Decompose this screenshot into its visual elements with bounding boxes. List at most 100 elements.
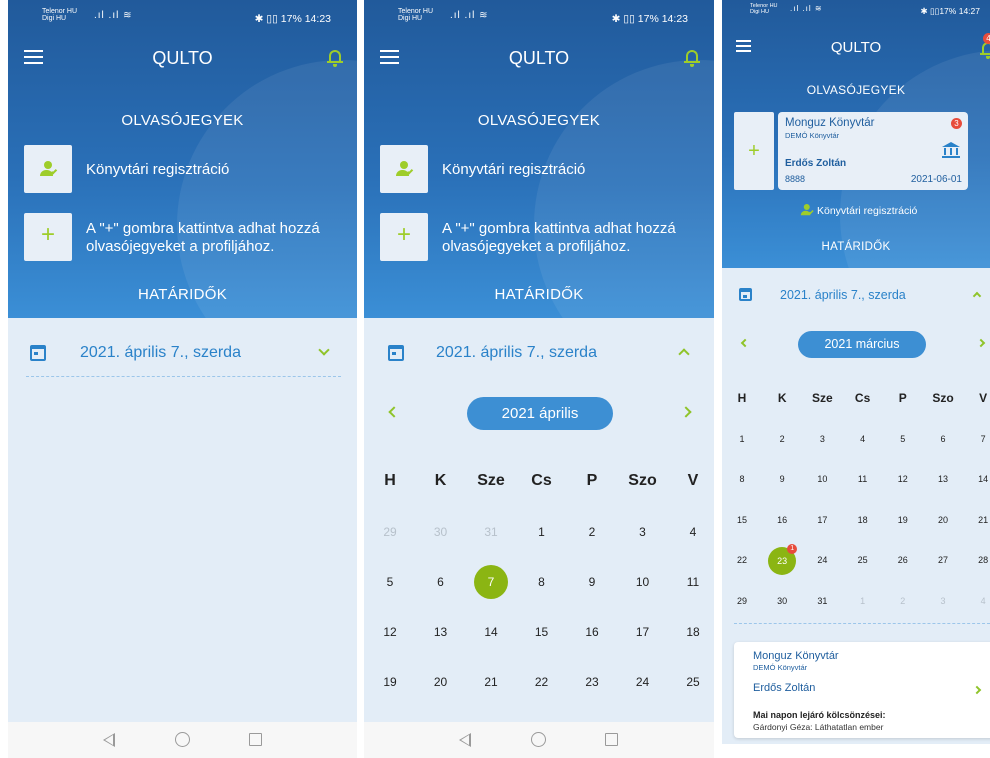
calendar-day[interactable]: 11 [845, 474, 881, 484]
calendar-day[interactable]: 24 [625, 675, 661, 689]
calendar-day[interactable]: 2 [574, 525, 610, 539]
calendar-day[interactable]: 24 [804, 555, 840, 565]
calendar-day[interactable]: 20 [925, 515, 961, 525]
card-date: 2021-06-01 [910, 174, 962, 185]
prev-month-icon[interactable] [388, 406, 400, 418]
calendar-day[interactable]: 15 [524, 625, 560, 639]
calendar-day[interactable]: 17 [804, 515, 840, 525]
calendar-day[interactable]: 29 [724, 596, 760, 606]
recent-apps-icon[interactable] [605, 733, 618, 746]
home-icon[interactable] [531, 732, 546, 747]
recent-apps-icon[interactable] [249, 733, 262, 746]
registration-button[interactable] [24, 145, 72, 193]
calendar-day[interactable]: 30 [423, 525, 459, 539]
library-card[interactable]: Monguz Könyvtár DEMÓ Könyvtár 3 Erdős Zo… [778, 112, 968, 190]
calendar-day[interactable]: 2 [764, 434, 800, 444]
calendar-day[interactable]: 25 [845, 555, 881, 565]
add-card-hint: A "+" gombra kattintva adhat hozzá olvas… [442, 220, 676, 255]
calendar-day[interactable]: 30 [764, 596, 800, 606]
signal-icon: .ıl .ıl ≋ [94, 10, 133, 21]
calendar-day[interactable]: 21 [473, 675, 509, 689]
calendar-day[interactable]: 15 [724, 515, 760, 525]
calendar-day[interactable]: 23 [574, 675, 610, 689]
calendar-day[interactable]: 13 [423, 625, 459, 639]
back-icon[interactable] [103, 733, 115, 747]
chevron-up-icon[interactable] [972, 291, 982, 301]
date-selector[interactable]: 2021. április 7., szerda [722, 282, 990, 310]
calendar-day[interactable]: 18 [845, 515, 881, 525]
calendar-day[interactable]: 1 [724, 434, 760, 444]
calendar-day[interactable]: 12 [372, 625, 408, 639]
calendar-day[interactable]: 3 [925, 596, 961, 606]
month-picker[interactable]: 2021 április [467, 397, 613, 430]
loan-card[interactable]: Monguz Könyvtár DEMÓ Könyvtár Erdős Zolt… [734, 642, 990, 738]
month-picker[interactable]: 2021 március [798, 331, 926, 358]
calendar-day[interactable]: 6 [925, 434, 961, 444]
back-icon[interactable] [459, 733, 471, 747]
calendar-day[interactable]: 4 [965, 596, 990, 606]
app-bar: QULTO [364, 40, 714, 80]
calendar-day[interactable]: 4 [845, 434, 881, 444]
date-selector[interactable]: 2021. április 7., szerda [8, 336, 357, 370]
calendar-day[interactable]: 20 [423, 675, 459, 689]
calendar-day[interactable]: 31 [804, 596, 840, 606]
prev-month-icon[interactable] [740, 338, 750, 348]
add-card-button[interactable]: + [734, 112, 774, 190]
chevron-up-icon[interactable] [678, 348, 690, 360]
calendar-day[interactable]: 29 [372, 525, 408, 539]
calendar-day[interactable]: 28 [965, 555, 990, 565]
carrier-1: Telenor HU [398, 8, 434, 15]
calendar-day[interactable]: 1 [845, 596, 881, 606]
calendar-day[interactable]: 5 [372, 575, 408, 589]
calendar-day[interactable]: 6 [423, 575, 459, 589]
status-bar: Telenor HU Digi HU .ıl .ıl ≋ ✱ ▯▯17% 14:2… [722, 0, 990, 20]
calendar-day[interactable]: 14 [473, 625, 509, 639]
calendar-day[interactable]: 8 [524, 575, 560, 589]
calendar-day[interactable]: 5 [885, 434, 921, 444]
calendar-day[interactable]: 22 [724, 555, 760, 565]
calendar-day[interactable]: 12 [885, 474, 921, 484]
weekday-label: V [979, 391, 988, 405]
calendar-day[interactable]: 18 [675, 625, 711, 639]
calendar-day[interactable]: 8 [724, 474, 760, 484]
registration-button[interactable] [380, 145, 428, 193]
calendar-day[interactable]: 31 [473, 525, 509, 539]
date-selector[interactable]: 2021. április 7., szerda [364, 336, 714, 370]
calendar-day[interactable]: 10 [625, 575, 661, 589]
add-card-button[interactable]: + [24, 213, 72, 261]
calendar-day[interactable]: 3 [804, 434, 840, 444]
calendar-day[interactable]: 17 [625, 625, 661, 639]
calendar-day[interactable]: 21 [965, 515, 990, 525]
calendar-day[interactable]: 2 [885, 596, 921, 606]
calendar-day[interactable]: 14 [965, 474, 990, 484]
calendar-day[interactable]: 3 [625, 525, 661, 539]
bell-icon[interactable] [684, 48, 700, 68]
next-month-icon[interactable] [680, 406, 692, 418]
calendar-day[interactable]: 13 [925, 474, 961, 484]
home-icon[interactable] [175, 732, 190, 747]
date-label: 2021. április 7., szerda [780, 288, 906, 302]
app-title: QULTO [508, 48, 570, 68]
calendar-day[interactable]: 22 [524, 675, 560, 689]
calendar-day[interactable]: 10 [804, 474, 840, 484]
calendar-day[interactable]: 27 [925, 555, 961, 565]
calendar-day[interactable]: 9 [764, 474, 800, 484]
calendar-day[interactable]: 16 [574, 625, 610, 639]
calendar-day[interactable]: 4 [675, 525, 711, 539]
calendar-day[interactable]: 25 [675, 675, 711, 689]
add-card-button[interactable]: + [380, 213, 428, 261]
next-month-icon[interactable] [976, 338, 986, 348]
chevron-down-icon[interactable] [318, 344, 330, 356]
calendar-day[interactable]: 9 [574, 575, 610, 589]
calendar-day[interactable]: 19 [372, 675, 408, 689]
calendar-day[interactable]: 11 [675, 575, 711, 589]
calendar-day-selected[interactable]: 7 [474, 565, 508, 599]
calendar-day[interactable]: 26 [885, 555, 921, 565]
calendar-day[interactable]: 19 [885, 515, 921, 525]
bell-icon[interactable] [327, 48, 343, 68]
chevron-right-icon[interactable] [972, 685, 982, 695]
battery-indicator: ✱ ▯▯ 17% [254, 13, 302, 25]
calendar-day[interactable]: 16 [764, 515, 800, 525]
calendar-day[interactable]: 1 [524, 525, 560, 539]
calendar-day[interactable]: 7 [965, 434, 990, 444]
